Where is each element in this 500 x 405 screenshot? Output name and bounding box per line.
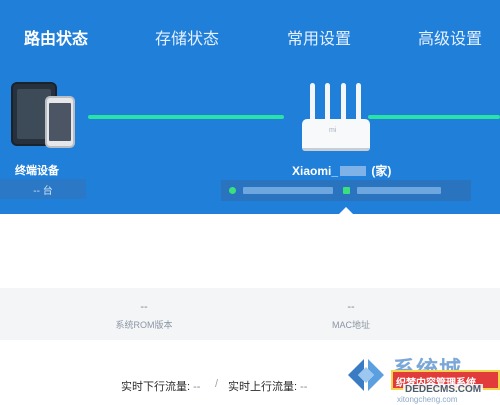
devices-icon[interactable] xyxy=(11,82,77,150)
rom-version: -- 系统ROM版本 xyxy=(79,301,209,331)
download-traffic-value: -- xyxy=(193,381,201,393)
connection-line-devices xyxy=(88,115,284,119)
mac-address-label: MAC地址 xyxy=(332,320,370,330)
rom-version-label: 系统ROM版本 xyxy=(115,320,173,330)
devices-label: 终端设备 xyxy=(15,165,59,177)
watermark-domain: DEDECMS.COM xyxy=(403,384,484,395)
status-dot-icon xyxy=(229,187,236,194)
router-name-prefix: Xiaomi_ xyxy=(292,164,339,178)
phone-icon xyxy=(45,96,75,148)
info-band xyxy=(0,288,500,340)
mac-address: -- MAC地址 xyxy=(286,301,416,331)
router-network-info xyxy=(221,180,471,201)
router-logo: mi xyxy=(329,127,337,134)
status-dot-icon xyxy=(343,187,350,194)
upload-traffic-label: 实时上行流量: xyxy=(228,381,298,393)
active-pointer xyxy=(338,207,354,215)
redacted-ip xyxy=(357,187,441,194)
watermark-logo-icon xyxy=(348,359,384,391)
devices-count-box: -- 台 xyxy=(0,179,86,199)
redacted-ip xyxy=(243,187,333,194)
watermark-sub: xitongcheng.com xyxy=(397,395,458,404)
download-traffic: 实时下行流量: -- xyxy=(121,378,200,394)
tab-storage-status[interactable]: 存储状态 xyxy=(155,25,219,49)
upload-traffic-value: -- xyxy=(300,381,308,393)
router-body xyxy=(302,119,370,151)
router-status-panel: 路由状态 存储状态 常用设置 高级设置 mi 终端设备 -- 台 Xiaomi_… xyxy=(0,0,500,215)
upload-traffic: 实时上行流量: -- xyxy=(228,378,307,394)
mac-address-value: -- xyxy=(347,301,355,313)
top-nav: 路由状态 存储状态 常用设置 高级设置 xyxy=(0,0,500,66)
connection-line-internet xyxy=(368,115,500,119)
tab-advanced-settings[interactable]: 高级设置 xyxy=(418,25,482,49)
traffic-separator: / xyxy=(215,378,219,390)
router-name-suffix: (家) xyxy=(371,164,392,178)
rom-version-value: -- xyxy=(140,301,148,313)
router-icon[interactable]: mi xyxy=(302,83,370,153)
router-name: Xiaomi_ (家) xyxy=(292,162,391,179)
download-traffic-label: 实时下行流量: xyxy=(121,381,191,393)
devices-count: -- 台 xyxy=(33,186,53,197)
tab-common-settings[interactable]: 常用设置 xyxy=(287,25,351,49)
tab-router-status[interactable]: 路由状态 xyxy=(24,25,88,49)
router-name-redacted xyxy=(340,166,367,176)
